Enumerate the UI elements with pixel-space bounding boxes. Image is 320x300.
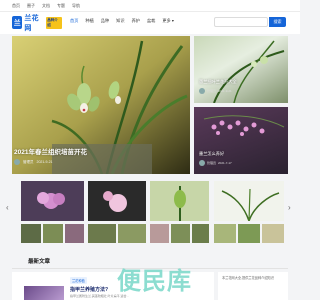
chevron-right-icon[interactable]: › bbox=[288, 203, 291, 212]
watermark: 便民库 bbox=[117, 268, 192, 295]
topbar-link-home[interactable]: 首页 bbox=[12, 3, 20, 9]
thumb-9[interactable] bbox=[214, 224, 236, 243]
side-card-1-date: 2021-9-21 bbox=[218, 89, 232, 93]
side-card-2-date: 2021-7-17 bbox=[218, 161, 232, 165]
topbar-link-topics[interactable]: 专题 bbox=[57, 3, 65, 9]
side-card-1-title: 蕙兰细叶兰花开大全 bbox=[199, 79, 237, 84]
hero-author: 管理员 bbox=[23, 159, 34, 164]
hero-title[interactable]: 2021年春兰组织培苗开花 bbox=[14, 146, 87, 156]
hero-meta: 管理员 2021-9-21 bbox=[14, 159, 52, 165]
latest-articles-heading: 最新文章 bbox=[28, 259, 51, 265]
author-avatar bbox=[14, 159, 20, 165]
post-thumbnail[interactable] bbox=[24, 286, 64, 300]
thumb-7[interactable] bbox=[171, 224, 190, 243]
gallery-image-4[interactable] bbox=[214, 181, 284, 221]
hero-date: 2021-9-21 bbox=[36, 160, 53, 164]
gallery-image-1[interactable] bbox=[21, 181, 84, 221]
thumb-11[interactable] bbox=[262, 224, 284, 243]
gallery-image-1-orchid bbox=[37, 192, 65, 209]
site-logo[interactable]: 兰 兰花网 品种介绍 bbox=[12, 14, 63, 32]
topbar-link-docs[interactable]: 文档 bbox=[42, 3, 50, 9]
side-card-2-meta: 管理员 2021-7-17 bbox=[199, 160, 232, 166]
search-input[interactable] bbox=[214, 17, 268, 27]
thumb-5[interactable] bbox=[118, 224, 146, 243]
sidebar-widget-text: 本兰花网大全,提供兰花品种介绍知识 bbox=[222, 276, 274, 280]
nav-more-label: 更多 bbox=[162, 18, 171, 23]
side-card-2-author: 管理员 bbox=[207, 161, 217, 165]
side-card-1-meta: 管理员 2021-9-21 bbox=[199, 88, 232, 94]
topbar-link-circle[interactable]: 圈子 bbox=[27, 3, 35, 9]
side-card-1[interactable]: 蕙兰细叶兰花开大全 管理员 2021-9-21 bbox=[194, 36, 288, 103]
thumb-1[interactable] bbox=[21, 224, 41, 243]
thumb-10[interactable] bbox=[238, 224, 260, 243]
nav-item-planting[interactable]: 种植 bbox=[85, 18, 93, 24]
gallery-image-2-orchid bbox=[103, 191, 127, 212]
side-card-2-title: 墨兰怎么养好 bbox=[199, 151, 225, 156]
post-title[interactable]: 指甲兰养殖方法? bbox=[70, 286, 108, 293]
logo-mark: 兰 bbox=[12, 16, 23, 29]
nav-item-home[interactable]: 首页 bbox=[70, 18, 78, 24]
top-bar: 首页 圈子 文档 专题 导航 bbox=[0, 0, 300, 12]
nav-item-knowledge[interactable]: 知识 bbox=[116, 18, 124, 24]
thumb-4[interactable] bbox=[88, 224, 116, 243]
chevron-left-icon[interactable]: ‹ bbox=[6, 203, 9, 212]
nav-item-care[interactable]: 养护 bbox=[132, 18, 140, 24]
side-card-1-author: 管理员 bbox=[207, 89, 217, 93]
gallery-image-3-orchid bbox=[174, 186, 186, 221]
main-nav: 首页 种植 品种 知识 养护 盆栽 更多 ▾ bbox=[70, 18, 174, 24]
thumb-3[interactable] bbox=[65, 224, 84, 243]
thumb-2[interactable] bbox=[43, 224, 63, 243]
gallery-image-3[interactable] bbox=[150, 181, 209, 221]
author-avatar bbox=[199, 160, 205, 166]
logo-text: 兰花网 bbox=[24, 14, 39, 32]
gallery-image-2[interactable] bbox=[88, 181, 146, 221]
post-category-badge[interactable]: 兰花种植 bbox=[70, 277, 87, 284]
nav-item-pots[interactable]: 盆栽 bbox=[147, 18, 155, 24]
nav-item-varieties[interactable]: 品种 bbox=[101, 18, 109, 24]
author-avatar bbox=[199, 88, 205, 94]
logo-badge: 品种介绍 bbox=[45, 16, 63, 29]
search-button[interactable]: 搜索 bbox=[269, 17, 286, 27]
thumb-8[interactable] bbox=[192, 224, 209, 243]
side-card-2[interactable]: 墨兰怎么养好 管理员 2021-7-17 bbox=[194, 107, 288, 174]
topbar-link-nav[interactable]: 导航 bbox=[72, 3, 80, 9]
gallery-image-4-orchid bbox=[221, 188, 280, 221]
nav-item-more[interactable]: 更多 ▾ bbox=[162, 18, 174, 24]
thumb-6[interactable] bbox=[150, 224, 169, 243]
